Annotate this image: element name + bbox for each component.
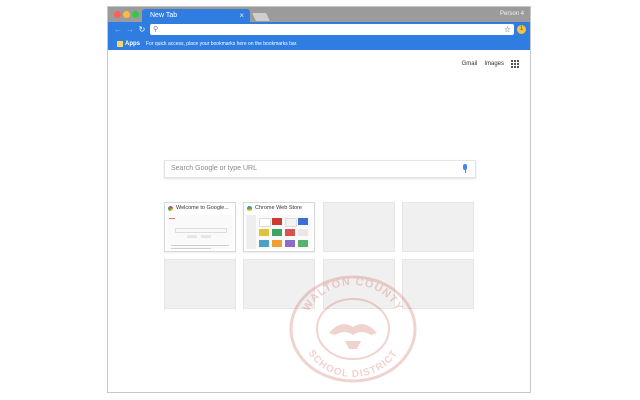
search-box[interactable]: Search Google or type URL [164, 160, 476, 178]
window-maximize-button[interactable] [132, 11, 139, 18]
thumbnail-text-line [171, 245, 229, 246]
thumbnail-card [285, 229, 295, 236]
gmail-link[interactable]: Gmail [462, 59, 478, 69]
thumbnail-card [285, 218, 297, 227]
thumbnail-card [272, 218, 282, 225]
thumbnail-card [259, 240, 269, 247]
reload-icon[interactable]: ↻ [137, 24, 147, 36]
thumbnail-card [259, 229, 269, 236]
tile-thumbnail [246, 215, 312, 249]
chrome-web-store-icon [247, 206, 252, 211]
empty-tile [164, 259, 236, 309]
toolbar: ← → ↻ ⚲ ☆ 1 [108, 22, 530, 38]
back-arrow-icon[interactable]: ← [113, 24, 123, 36]
svg-text:SCHOOL DISTRICT: SCHOOL DISTRICT [306, 348, 401, 380]
top-links: Gmail Images [462, 59, 520, 69]
svg-text:WALTON COUNTY: WALTON COUNTY [301, 276, 405, 314]
bookmarks-hint: For quick access, place your bookmarks h… [146, 41, 298, 47]
window-minimize-button[interactable] [123, 11, 130, 18]
thumbnail-card [272, 229, 282, 236]
star-icon[interactable]: ☆ [504, 24, 511, 35]
thumbnail-button [187, 235, 197, 238]
bookmarks-bar: Apps For quick access, place your bookma… [108, 38, 530, 50]
most-visited-tile[interactable]: Welcome to Google... [164, 202, 236, 252]
address-bar[interactable]: ⚲ ☆ [150, 24, 514, 35]
microphone-icon[interactable] [463, 164, 467, 173]
empty-tile [402, 202, 474, 252]
thumbnail-card [259, 218, 271, 227]
apps-icon[interactable] [117, 41, 123, 47]
tab-strip: New Tab × Person 4 [108, 7, 530, 22]
tile-header: Chrome Web Store [244, 203, 314, 214]
thumbnail-card [272, 240, 282, 247]
forward-arrow-icon[interactable]: → [125, 24, 135, 36]
thumbnail-card [298, 240, 308, 247]
tile-title: Chrome Web Store [255, 205, 302, 211]
school-district-crest-watermark: WALTON COUNTY SCHOOL DISTRICT [289, 275, 417, 383]
window-close-button[interactable] [114, 11, 121, 18]
thumbnail-text-line [171, 248, 211, 249]
tab-new-tab[interactable]: New Tab × [142, 9, 250, 22]
thumbnail-sidebar [246, 215, 256, 249]
empty-tile [323, 202, 395, 252]
apps-grid-icon[interactable] [511, 60, 520, 69]
google-favicon-icon [168, 206, 173, 211]
thumbnail-card [298, 229, 308, 236]
thumbnail-card [285, 240, 295, 247]
tile-title: Welcome to Google... [176, 205, 229, 211]
new-tab-button[interactable] [252, 13, 270, 21]
profile-name[interactable]: Person 4 [500, 10, 524, 19]
thumbnail-logo [169, 218, 175, 219]
apps-shortcut[interactable]: Apps [125, 38, 140, 50]
thumbnail-button [201, 235, 211, 238]
search-placeholder: Search Google or type URL [171, 165, 257, 172]
thumbnail-searchbar [175, 228, 227, 233]
tile-thumbnail [167, 215, 233, 249]
extension-icon[interactable]: 1 [517, 25, 526, 34]
tile-header: Welcome to Google... [165, 203, 235, 214]
close-icon[interactable]: × [239, 10, 244, 21]
most-visited-tile[interactable]: Chrome Web Store [243, 202, 315, 252]
tab-title: New Tab [150, 12, 178, 19]
search-icon: ⚲ [153, 26, 159, 33]
images-link[interactable]: Images [484, 59, 504, 69]
thumbnail-card [298, 218, 308, 225]
